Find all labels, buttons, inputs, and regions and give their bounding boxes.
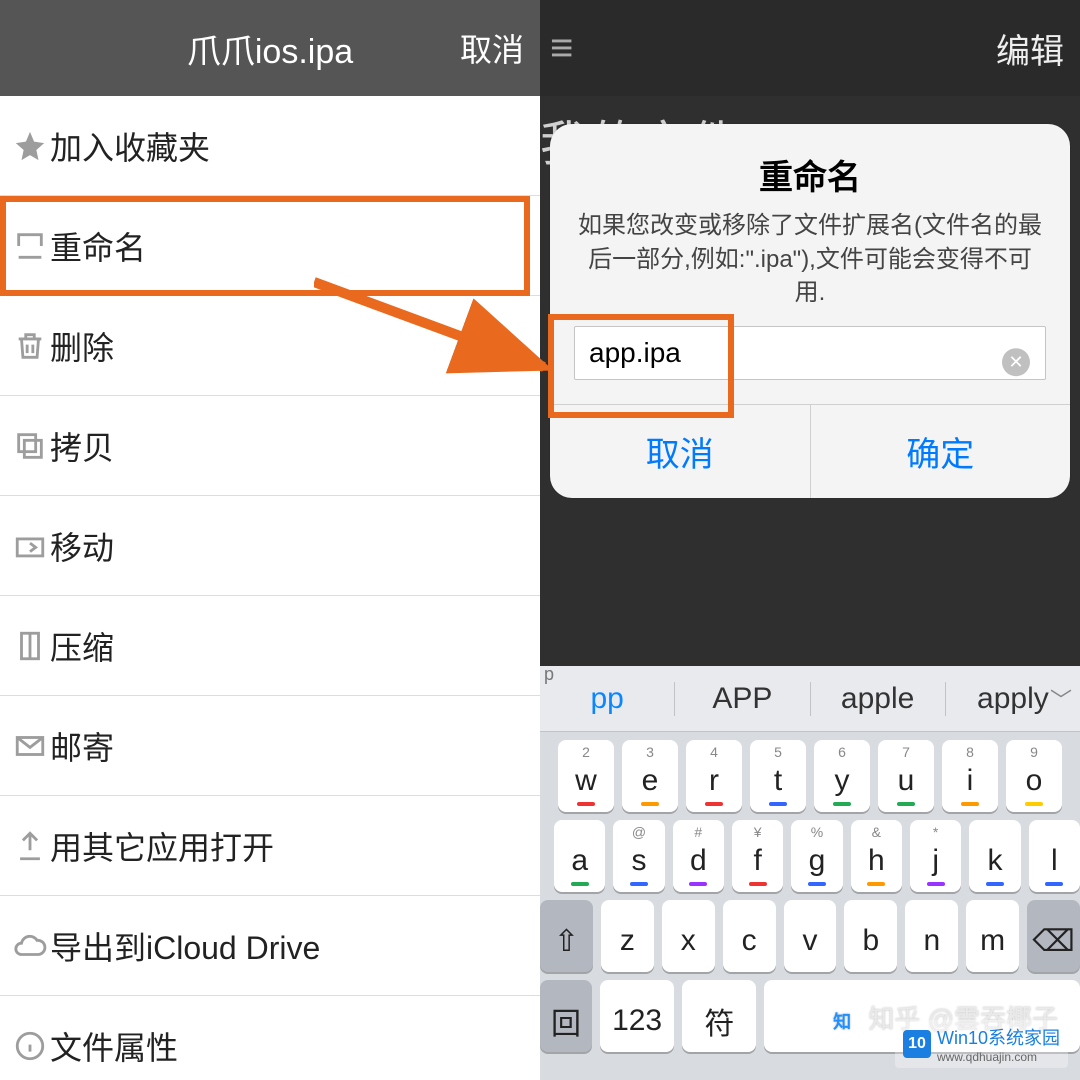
menu-icon[interactable]: ≡ xyxy=(550,26,573,71)
action-label: 拷贝 xyxy=(50,423,114,469)
zhihu-icon: 知 xyxy=(829,1009,855,1035)
action-item-star[interactable]: 加入收藏夹 xyxy=(0,96,540,196)
key-c[interactable]: c xyxy=(723,900,776,972)
key-u[interactable]: 7u xyxy=(878,740,934,812)
action-item-info[interactable]: 文件属性 xyxy=(0,996,540,1080)
numeric-key[interactable]: 123 xyxy=(600,980,674,1052)
action-label: 用其它应用打开 xyxy=(50,823,274,869)
share-icon xyxy=(6,829,54,863)
suggestion[interactable]: apply﹀ xyxy=(946,682,1080,716)
suggestion-row: ppAPPappleapply﹀ xyxy=(540,666,1080,732)
key-x[interactable]: x xyxy=(662,900,715,972)
edit-button[interactable]: 编辑 xyxy=(996,24,1064,73)
action-label: 文件属性 xyxy=(50,1023,178,1069)
copy-icon xyxy=(6,429,54,463)
watermark-brand: 10 Win10系统家园 www.qdhuajin.com xyxy=(895,1020,1068,1068)
key-row-2: a@s#d¥f%g&h*jkl xyxy=(540,812,1080,892)
move-icon xyxy=(6,529,54,563)
suggestion[interactable]: APP xyxy=(675,682,810,716)
star-icon xyxy=(6,129,54,163)
suggestion[interactable]: pp xyxy=(540,682,675,716)
dialog-cancel-button[interactable]: 取消 xyxy=(550,405,810,498)
key-r[interactable]: 4r xyxy=(686,740,742,812)
action-item-rename[interactable]: 重命名 xyxy=(0,196,540,296)
key-a[interactable]: a xyxy=(554,820,605,892)
cloud-icon xyxy=(6,929,54,963)
trash-icon xyxy=(6,329,54,363)
rename-dialog: 重命名 如果您改变或移除了文件扩展名(文件名的最后一部分,例如:".ipa"),… xyxy=(550,124,1070,498)
key-l[interactable]: l xyxy=(1029,820,1080,892)
key-e[interactable]: 3e xyxy=(622,740,678,812)
action-item-mail[interactable]: 邮寄 xyxy=(0,696,540,796)
right-panel: ≡ 编辑 我的文件 重命名 如果您改变或移除了文件扩展名(文件名的最后一部分,例… xyxy=(540,0,1080,1080)
suggestion[interactable]: apple xyxy=(811,682,946,716)
key-w[interactable]: 2w xyxy=(558,740,614,812)
key-d[interactable]: #d xyxy=(673,820,724,892)
brand-logo-icon: 10 xyxy=(903,1030,931,1058)
key-row-1: 2w3e4r5t6y7u8i9o xyxy=(540,732,1080,812)
action-item-move[interactable]: 移动 xyxy=(0,496,540,596)
key-o[interactable]: 9o xyxy=(1006,740,1062,812)
dialog-ok-button[interactable]: 确定 xyxy=(810,405,1071,498)
action-list: 加入收藏夹重命名删除拷贝移动压缩邮寄用其它应用打开导出到iCloud Drive… xyxy=(0,96,540,1080)
dialog-title: 重命名 xyxy=(550,124,1070,209)
zip-icon xyxy=(6,629,54,663)
key-i[interactable]: 8i xyxy=(942,740,998,812)
key-k[interactable]: k xyxy=(969,820,1020,892)
key-z[interactable]: z xyxy=(601,900,654,972)
key-row-3: ⇧zxcvbnm⌫ xyxy=(540,892,1080,972)
action-item-zip[interactable]: 压缩 xyxy=(0,596,540,696)
action-item-copy[interactable]: 拷贝 xyxy=(0,396,540,496)
key-y[interactable]: 6y xyxy=(814,740,870,812)
chevron-down-icon[interactable]: ﹀ xyxy=(1050,683,1072,715)
key-n[interactable]: n xyxy=(905,900,958,972)
return-key[interactable]: 回 xyxy=(540,980,592,1052)
info-icon xyxy=(6,1029,54,1063)
key-m[interactable]: m xyxy=(966,900,1019,972)
action-item-cloud[interactable]: 导出到iCloud Drive xyxy=(0,896,540,996)
key-j[interactable]: *j xyxy=(910,820,961,892)
action-label: 移动 xyxy=(50,523,114,569)
key-v[interactable]: v xyxy=(784,900,837,972)
left-panel: 爪爪ios.ipa 取消 加入收藏夹重命名删除拷贝移动压缩邮寄用其它应用打开导出… xyxy=(0,0,540,1080)
action-label: 邮寄 xyxy=(50,723,114,769)
left-title: 爪爪ios.ipa xyxy=(187,24,353,73)
key-g[interactable]: %g xyxy=(791,820,842,892)
partial-suggestion-letter: p xyxy=(544,664,554,685)
dialog-message: 如果您改变或移除了文件扩展名(文件名的最后一部分,例如:".ipa"),文件可能… xyxy=(550,209,1070,326)
key-t[interactable]: 5t xyxy=(750,740,806,812)
brand-line1: Win10系统家园 xyxy=(937,1028,1060,1048)
action-label: 压缩 xyxy=(50,623,114,669)
backspace-key[interactable]: ⌫ xyxy=(1027,900,1080,972)
action-label: 导出到iCloud Drive xyxy=(50,923,320,969)
clear-input-icon[interactable]: ✕ xyxy=(1002,348,1030,376)
action-item-trash[interactable]: 删除 xyxy=(0,296,540,396)
key-f[interactable]: ¥f xyxy=(732,820,783,892)
key-h[interactable]: &h xyxy=(851,820,902,892)
cancel-button[interactable]: 取消 xyxy=(460,25,524,71)
symbol-key[interactable]: 符 xyxy=(682,980,756,1052)
right-toolbar: ≡ 编辑 xyxy=(540,0,1080,96)
action-label: 重命名 xyxy=(50,223,146,269)
brand-line2: www.qdhuajin.com xyxy=(937,1050,1060,1064)
mail-icon xyxy=(6,729,54,763)
rename-input[interactable] xyxy=(574,326,1046,380)
left-header: 爪爪ios.ipa 取消 xyxy=(0,0,540,96)
action-label: 删除 xyxy=(50,323,114,369)
action-label: 加入收藏夹 xyxy=(50,123,210,169)
rename-icon xyxy=(6,229,54,263)
key-b[interactable]: b xyxy=(844,900,897,972)
shift-key[interactable]: ⇧ xyxy=(540,900,593,972)
key-s[interactable]: @s xyxy=(613,820,664,892)
action-item-share[interactable]: 用其它应用打开 xyxy=(0,796,540,896)
